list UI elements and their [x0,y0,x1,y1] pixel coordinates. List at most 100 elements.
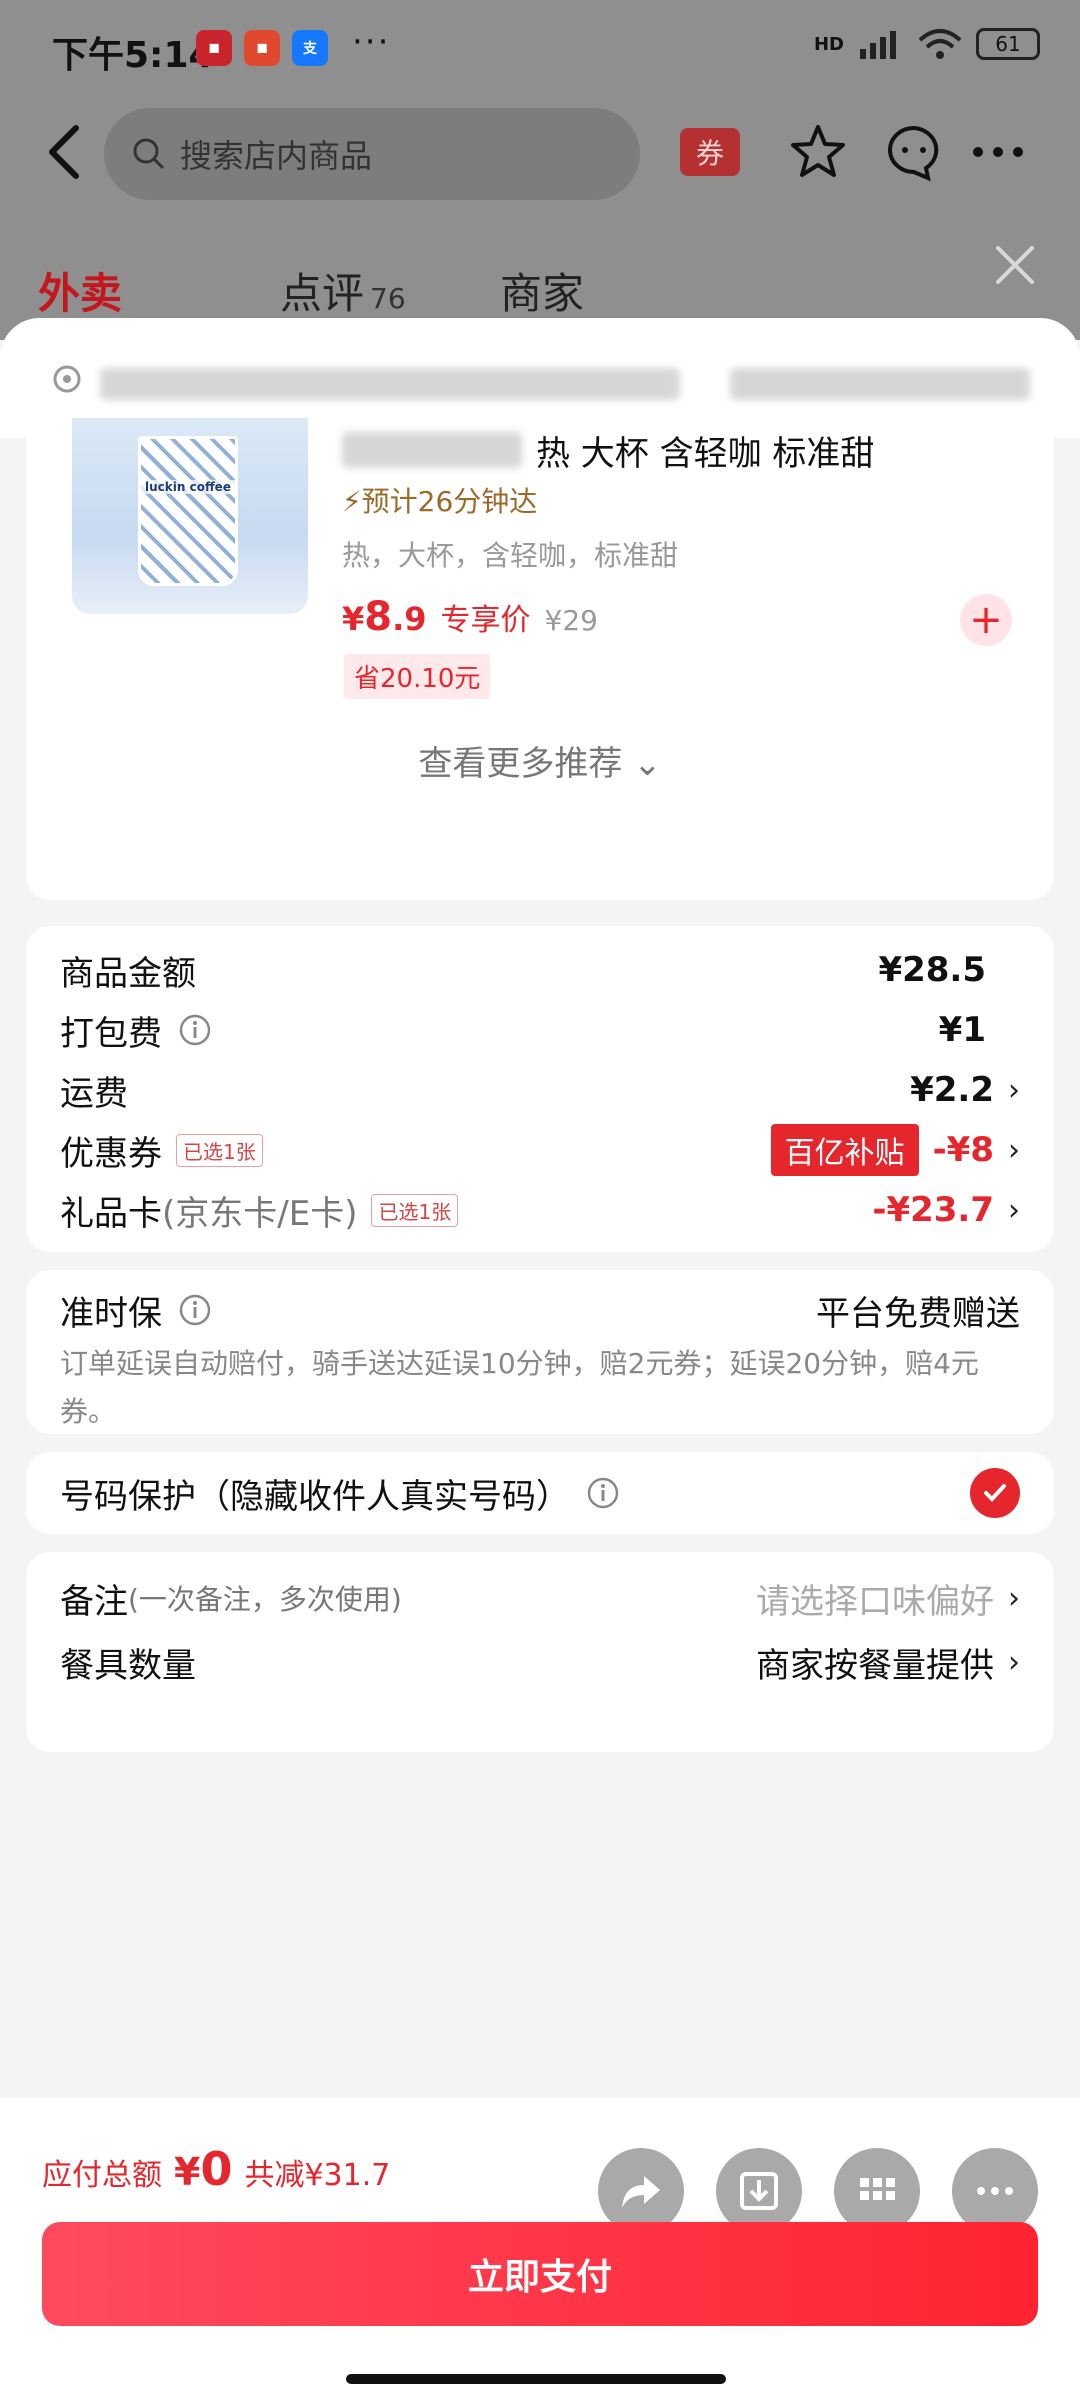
gift-card-label: 礼品卡 [60,1193,162,1234]
tab-reviews-count: 76 [370,282,406,315]
more-options-icon[interactable] [968,122,1028,182]
address-redacted [730,368,1030,400]
cup-illustration [138,436,238,586]
remarks-row[interactable]: 备注 (一次备注，多次使用) 请选择口味偏好 › [60,1568,1020,1628]
shipping-fee-value: ¥2.2 [910,1070,994,1110]
info-icon[interactable] [178,1293,212,1327]
coupon-icon[interactable]: 券 [680,128,740,176]
total-value: 0 [200,2142,233,2196]
more-dots-icon [977,2187,1013,2195]
back-icon[interactable] [36,120,92,184]
product-spec: 热，大杯，含轻咖，标准甜 [342,539,679,572]
utensils-row[interactable]: 餐具数量 商家按餐量提供 › [60,1632,1020,1692]
status-bar: 下午5:14 ◼ ◼ 支 ··· HD 61 [0,0,1080,96]
add-item-button[interactable]: + [960,594,1012,646]
price-dec: .9 [392,600,427,638]
utensils-value: 商家按餐量提供 [756,1645,994,1686]
price-current: ¥8.9 [342,594,427,640]
tab-reviews[interactable]: 点评 76 [280,260,406,321]
gift-card-row[interactable]: 礼品卡 (京东卡/E卡) 已选1张 -¥23.7 › [60,1180,1020,1240]
wifi-icon [918,29,962,59]
ontime-card: 准时保 平台免费赠送 订单延误自动赔付，骑手送达延误10分钟，赔2元券；延误20… [26,1270,1054,1434]
remarks-right: 请选择口味偏好 › [756,1574,1020,1623]
total-label: 应付总额 [42,2158,162,2193]
coupon-row[interactable]: 优惠券 已选1张 百亿补贴 -¥8 › [60,1120,1020,1180]
tab-merchant[interactable]: 商家 [500,260,584,321]
network-label: HD [813,33,844,55]
more-recommend-link[interactable]: 查看更多推荐 ⌄ [26,736,1054,785]
lightning-icon: ⚡ [342,485,362,518]
alipay-icon: 支 [292,30,328,66]
coupon-label: 优惠券 [60,1133,162,1174]
fees-card: 商品金额 ¥28.5 打包费 ¥1 运费 ¥2.2 › 优惠券 已选1张 百亿补贴… [26,926,1054,1252]
shipping-fee-label: 运费 [60,1073,128,1114]
home-indicator[interactable] [346,2374,726,2384]
chevron-right-icon: › [1008,1072,1020,1108]
battery-icon: 61 [976,28,1040,60]
total-amount: ¥0 [174,2142,232,2196]
grid-icon [860,2178,895,2200]
remarks-card: 备注 (一次备注，多次使用) 请选择口味偏好 › 餐具数量 商家按餐量提供 › [26,1552,1054,1752]
shipping-fee-row[interactable]: 运费 ¥2.2 › [60,1060,1020,1120]
gift-card-right: -¥23.7 › [872,1190,1020,1230]
price-symbol: ¥ [342,600,365,638]
gift-card-value: -¥23.7 [872,1190,994,1230]
signal-icon [860,31,896,59]
privacy-label: 号码保护（隐藏收件人真实号码） [60,1476,570,1517]
price-tag: 专享价 [440,603,531,638]
coupon-selected-badge: 已选1张 [176,1133,263,1167]
search-input[interactable]: 搜索店内商品 [104,108,640,200]
total-discount: 共减¥31.7 [244,2158,391,2193]
subsidy-tag: 百亿补贴 [770,1124,919,1176]
utensils-right: 商家按餐量提供 › [756,1638,1020,1687]
chevron-right-icon: › [1008,1192,1020,1228]
ontime-row: 准时保 平台免费赠送 [60,1280,1020,1340]
shipping-fee-right: ¥2.2 › [910,1070,1020,1110]
gift-card-sub: (京东卡/E卡) [162,1193,358,1234]
coupon-value: -¥8 [932,1130,994,1170]
info-icon[interactable] [178,1013,212,1047]
chevron-right-icon: › [1008,1580,1020,1616]
product-card: luckin coffee 热 大杯 含轻咖 标准甜 ⚡预计26分钟达 热，大杯… [26,418,1054,900]
price-int: 8 [364,594,393,640]
remarks-placeholder: 请选择口味偏好 [756,1581,994,1622]
ontime-value: 平台免费赠送 [816,1293,1020,1334]
status-right: HD 61 [814,28,1040,60]
info-icon[interactable] [586,1476,620,1510]
remarks-label: 备注 [60,1581,128,1622]
goods-amount-label: 商品金额 [60,953,196,994]
goods-amount-value: ¥28.5 [878,950,986,990]
goods-amount-row: 商品金额 ¥28.5 [60,940,1020,1000]
packing-fee-value: ¥1 [938,1010,986,1050]
customer-service-icon[interactable] [884,122,944,182]
chevron-right-icon: › [1008,1644,1020,1680]
product-eta-text: 预计26分钟达 [361,485,538,518]
more-recommend-label: 查看更多推荐 [418,744,623,784]
product-eta: ⚡预计26分钟达 [342,480,537,520]
price-original: ¥29 [544,604,598,637]
tab-reviews-label: 点评 [280,269,365,318]
product-image: luckin coffee [72,418,308,614]
share-icon [622,2176,660,2208]
pay-now-button[interactable]: 立即支付 [42,2222,1038,2326]
star-icon[interactable] [788,122,848,182]
location-icon [53,365,81,393]
product-name: 热 大杯 含轻咖 标准甜 [536,434,875,474]
ontime-label: 准时保 [60,1293,162,1334]
gift-card-selected-badge: 已选1张 [371,1193,459,1227]
privacy-checkbox[interactable] [970,1468,1020,1518]
chevron-down-icon: ⌄ [633,744,662,784]
close-icon[interactable] [990,240,1040,290]
coupon-right: 百亿补贴 -¥8 › [770,1124,1020,1176]
product-name-redacted [342,432,522,468]
chevron-right-icon: › [1008,1132,1020,1168]
tab-takeout[interactable]: 外卖 [38,260,122,321]
total-symbol: ¥ [174,2150,201,2194]
packing-fee-label: 打包费 [60,1013,162,1054]
price-row: ¥8.9 专享价 ¥29 [342,594,598,640]
ontime-description: 订单延误自动赔付，骑手送达延误10分钟，赔2元券；延误20分钟，赔4元券。 [60,1347,979,1428]
search-placeholder: 搜索店内商品 [180,137,373,175]
utensils-label: 餐具数量 [60,1645,196,1686]
total-line: 应付总额 ¥0 共减¥31.7 [42,2142,390,2196]
privacy-card: 号码保护（隐藏收件人真实号码） [26,1452,1054,1534]
